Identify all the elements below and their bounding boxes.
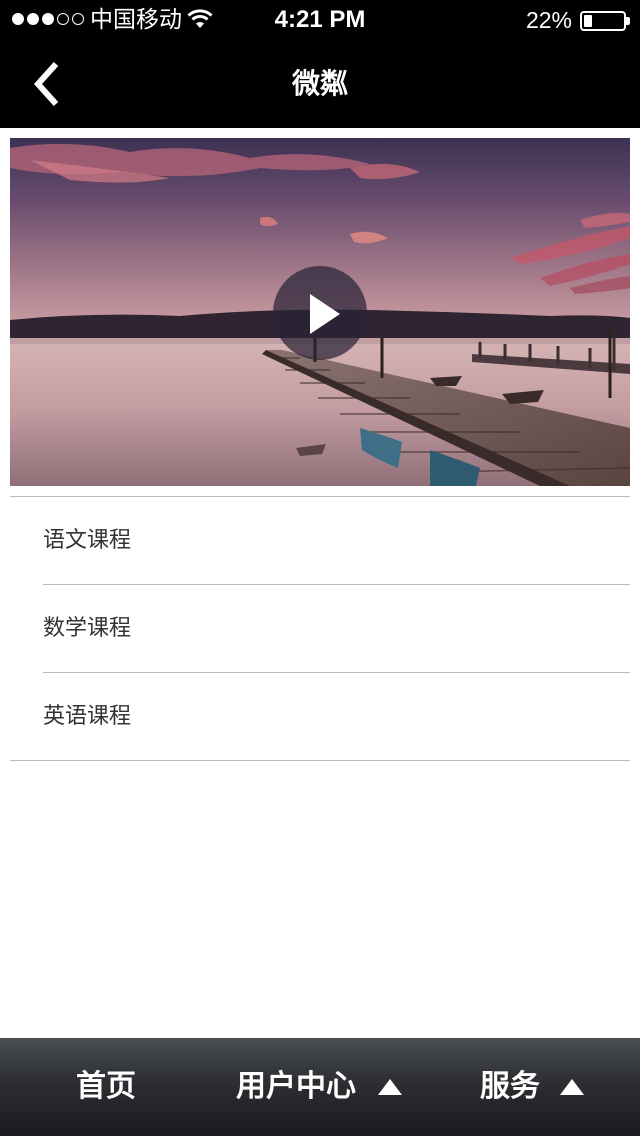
course-item-chinese[interactable]: 语文课程 [10,497,630,585]
tab-services[interactable]: 服务 [460,1038,610,1136]
divider [10,760,630,761]
course-item-english[interactable]: 英语课程 [10,673,630,761]
battery-tip [626,17,630,25]
tab-label: 用户中心 [236,1069,356,1104]
tab-label: 服务 [480,1069,540,1104]
tab-user-center[interactable]: 用户中心 [220,1038,420,1136]
course-label: 语文课程 [43,528,132,553]
triangle-up-icon [560,1079,584,1095]
course-label: 英语课程 [43,704,132,729]
course-label: 数学课程 [43,616,132,641]
video-banner[interactable] [10,138,630,486]
battery-icon [580,11,626,31]
tab-home[interactable]: 首页 [40,1038,180,1136]
play-button[interactable] [273,266,367,360]
course-item-math[interactable]: 数学课程 [10,585,630,673]
bottom-tab-bar: 首页 用户中心 服务 [0,1038,640,1136]
play-icon [310,294,340,334]
status-bar: 中国移动 4:21 PM 22% [0,0,640,40]
course-list: 语文课程 数学课程 英语课程 [10,497,630,761]
battery-percent: 22% [525,7,572,33]
navigation-bar: 微粼 [0,40,640,128]
triangle-up-icon [378,1079,402,1095]
page-title: 微粼 [291,67,348,100]
tab-label: 首页 [76,1069,136,1104]
